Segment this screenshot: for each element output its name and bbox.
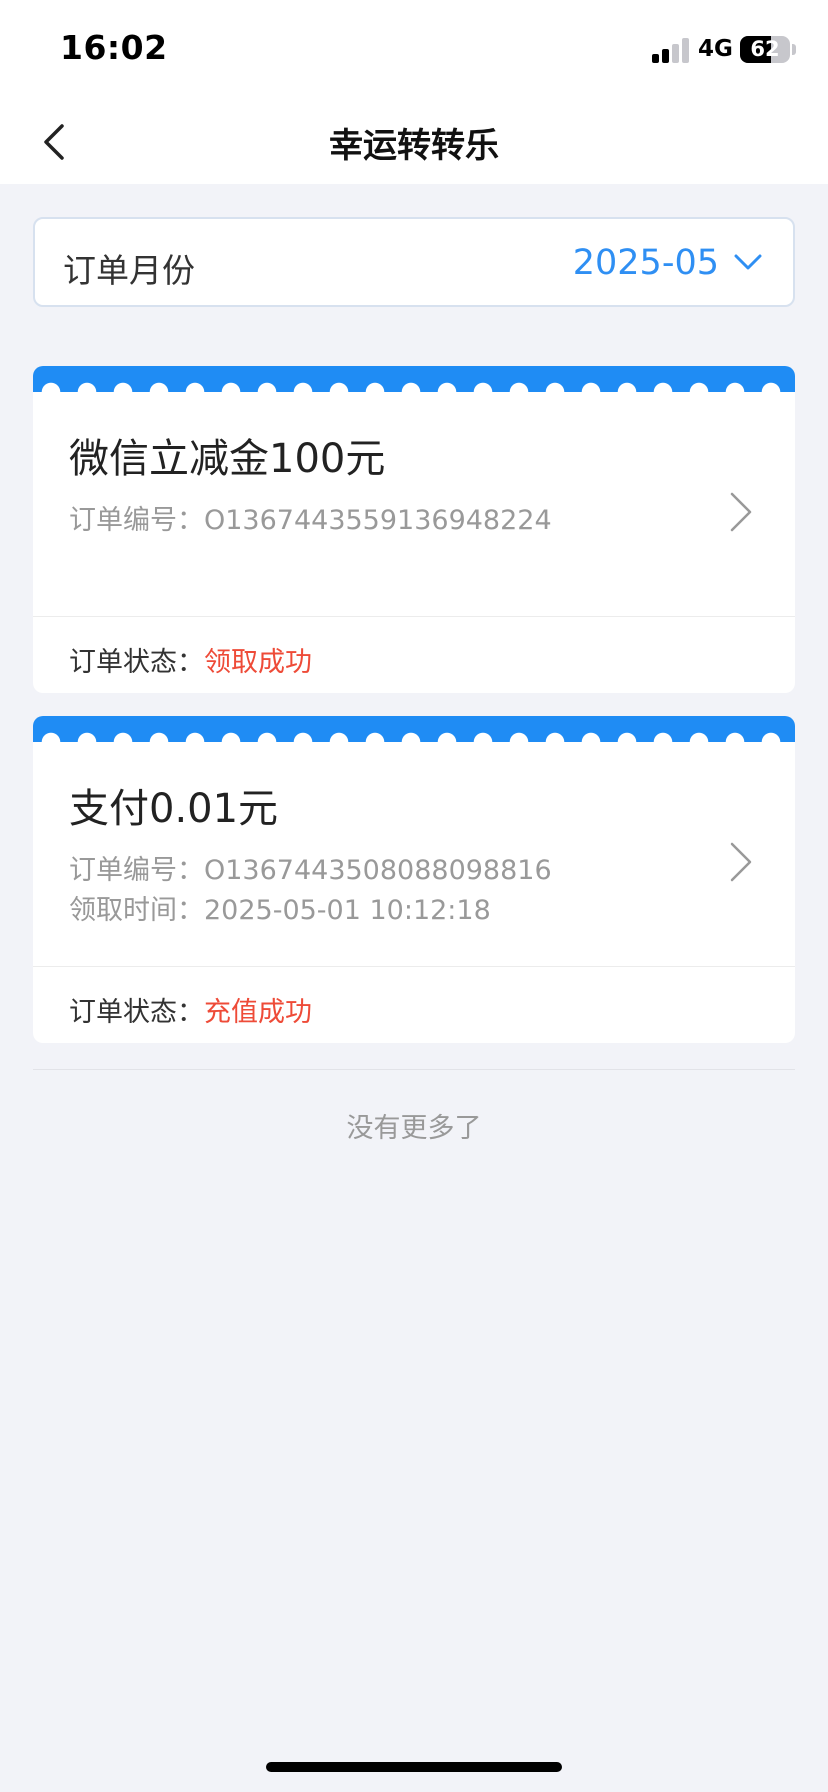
order-status: 订单状态：充值成功 xyxy=(69,990,312,1029)
battery-level: 62 xyxy=(750,37,780,61)
network-type: 4G xyxy=(698,36,733,62)
card-ticket-scallop xyxy=(33,729,795,743)
order-status-value: 领取成功 xyxy=(204,647,312,678)
order-status-label: 订单状态： xyxy=(69,997,204,1028)
order-number-value: O1367443559136948224 xyxy=(204,505,552,536)
nav-bar: 幸运转转乐 xyxy=(0,100,828,184)
order-status-value: 充值成功 xyxy=(204,997,312,1028)
order-number-label: 订单编号： xyxy=(69,855,204,886)
chevron-right-icon xyxy=(730,492,752,532)
order-card[interactable]: 微信立减金100元 订单编号：O1367443559136948224 订单状态… xyxy=(33,366,795,693)
status-time: 16:02 xyxy=(60,28,168,67)
chevron-down-icon xyxy=(734,254,762,270)
order-number: 订单编号：O1367443559136948224 xyxy=(69,498,552,537)
page-title: 幸运转转乐 xyxy=(329,126,499,166)
order-title: 微信立减金100元 xyxy=(69,436,386,482)
order-card[interactable]: 支付0.01元 订单编号：O1367443508088098816 领取时间：2… xyxy=(33,716,795,1043)
list-divider xyxy=(33,1069,795,1070)
order-number: 订单编号：O1367443508088098816 xyxy=(69,848,552,887)
no-more-text: 没有更多了 xyxy=(346,1113,482,1144)
month-value: 2025-05 xyxy=(572,243,719,283)
order-title: 支付0.01元 xyxy=(69,786,279,832)
signal-icon xyxy=(652,37,692,63)
battery-icon: 62 xyxy=(740,36,790,63)
order-status: 订单状态：领取成功 xyxy=(69,640,312,679)
home-indicator xyxy=(266,1762,562,1772)
order-status-label: 订单状态： xyxy=(69,647,204,678)
status-bar: 16:02 4G 62 xyxy=(0,0,828,100)
claim-time: 领取时间：2025-05-01 10:12:18 xyxy=(69,888,491,927)
card-divider xyxy=(33,616,795,617)
chevron-right-icon xyxy=(730,842,752,882)
claim-time-label: 领取时间： xyxy=(69,895,204,926)
order-number-value: O1367443508088098816 xyxy=(204,855,552,886)
order-number-label: 订单编号： xyxy=(69,505,204,536)
card-ticket-scallop xyxy=(33,379,795,393)
battery-tip xyxy=(792,44,796,55)
month-label: 订单月份 xyxy=(63,251,195,290)
card-divider xyxy=(33,966,795,967)
month-selector[interactable]: 订单月份 2025-05 xyxy=(33,217,795,307)
claim-time-value: 2025-05-01 10:12:18 xyxy=(204,895,491,926)
